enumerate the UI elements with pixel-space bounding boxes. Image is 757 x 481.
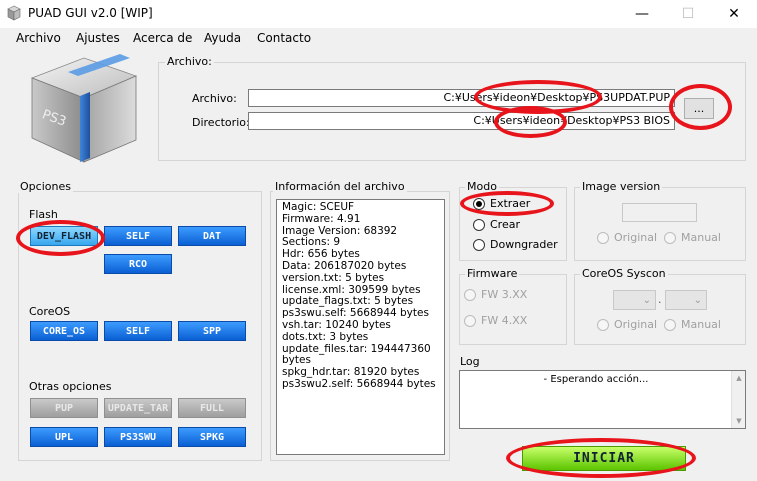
radio-indicator[interactable] — [664, 318, 676, 331]
radio-indicator[interactable] — [464, 288, 476, 301]
flash-label: Flash — [29, 208, 58, 221]
info-line: vsh.tar: 10240 bytes — [282, 318, 391, 331]
radio-fw4-label: FW 4.XX — [481, 314, 528, 327]
syscon-major-combo[interactable]: ⌄ — [613, 290, 656, 310]
syscon-original[interactable]: Original — [597, 318, 657, 331]
syscon-separator: . — [658, 293, 662, 306]
info-line: version.txt: 5 bytes — [282, 271, 385, 284]
log-box[interactable]: - Esperando acción... ▲ ▼ — [459, 370, 746, 429]
image-version-original-label: Original — [614, 231, 658, 244]
ps3-logo-box-icon: PS3 — [30, 54, 138, 163]
info-line: dots.txt: 3 bytes — [282, 330, 369, 343]
radio-indicator[interactable] — [464, 314, 476, 327]
radio-crear-label: Crear — [490, 218, 520, 231]
modo-label: Modo — [465, 180, 499, 193]
upl-button[interactable]: UPL — [30, 427, 98, 447]
radio-indicator[interactable] — [473, 197, 485, 210]
image-version-original[interactable]: Original — [597, 231, 657, 244]
radio-fw3-label: FW 3.XX — [481, 288, 528, 301]
radio-extraer-label: Extraer — [490, 197, 531, 210]
archivo-field[interactable]: C:¥Users¥ideon¥Desktop¥PS3UPDAT.PUP — [248, 89, 675, 107]
menu-acerca-de[interactable]: Acerca de — [133, 31, 192, 45]
info-line: update_files.tar: 194447360 bytes — [282, 342, 431, 367]
chevron-down-icon: ⌄ — [693, 294, 702, 306]
menu-contacto[interactable]: Contacto — [257, 31, 311, 45]
file-info-box: Magic: SCEUF Firmware: 4.91 Image Versio… — [276, 199, 445, 455]
file-info-label: Información del archivo — [273, 180, 407, 193]
firmware-group — [459, 274, 567, 345]
image-version-manual[interactable]: Manual — [664, 231, 721, 244]
update-tar-button[interactable]: UPDATE_TAR — [104, 398, 172, 418]
file-group-label: Archivo: — [165, 55, 214, 68]
spkg-button[interactable]: SPKG — [178, 427, 246, 447]
radio-indicator[interactable] — [664, 231, 676, 244]
log-label: Log — [460, 355, 480, 368]
full-button[interactable]: FULL — [178, 398, 246, 418]
image-version-manual-label: Manual — [681, 231, 721, 244]
options-group-label: Opciones — [18, 180, 73, 193]
syscon-manual[interactable]: Manual — [664, 318, 721, 331]
log-text: - Esperando acción... — [543, 374, 649, 385]
image-version-label: Image version — [580, 180, 663, 193]
coreos-spp-button[interactable]: SPP — [178, 321, 246, 341]
radio-downgrader-label: Downgrader — [490, 238, 558, 251]
radio-crear[interactable]: Crear — [473, 218, 520, 231]
syscon-manual-label: Manual — [681, 318, 721, 331]
chevron-down-icon: ⌄ — [642, 294, 651, 306]
radio-fw3[interactable]: FW 3.XX — [464, 288, 527, 301]
radio-fw4[interactable]: FW 4.XX — [464, 314, 527, 327]
syscon-minor-combo[interactable]: ⌄ — [665, 290, 707, 310]
info-line: ps3swu2.self: 5668944 bytes — [282, 377, 436, 390]
pup-button[interactable]: PUP — [30, 398, 98, 418]
close-button[interactable]: ✕ — [711, 0, 757, 28]
browse-button[interactable]: ... — [684, 98, 714, 119]
app-icon — [7, 5, 21, 21]
radio-indicator[interactable] — [473, 218, 485, 231]
radio-indicator[interactable] — [597, 318, 609, 331]
image-version-field[interactable] — [622, 203, 697, 222]
coreos-label: CoreOS — [29, 305, 71, 318]
radio-downgrader[interactable]: Downgrader — [473, 238, 558, 251]
dev-flash-button[interactable]: DEV_FLASH — [30, 226, 98, 246]
directorio-label: Directorio: — [192, 116, 250, 129]
info-line: Data: 206187020 bytes — [282, 259, 407, 272]
firmware-label: Firmware — [465, 267, 520, 280]
flash-rco-button[interactable]: RCO — [104, 254, 172, 274]
minimize-button[interactable]: — — [619, 0, 665, 28]
syscon-original-label: Original — [614, 318, 658, 331]
info-line: Firmware: 4.91 — [282, 212, 361, 225]
image-version-group — [574, 187, 746, 261]
window-title: PUAD GUI v2.0 [WIP] — [28, 6, 153, 20]
core-os-button[interactable]: CORE_OS — [30, 321, 98, 341]
archivo-label: Archivo: — [192, 92, 237, 105]
coreos-syscon-label: CoreOS Syscon — [580, 267, 668, 280]
flash-dat-button[interactable]: DAT — [178, 226, 246, 246]
iniciar-button[interactable]: INICIAR — [522, 446, 686, 471]
flash-self-button[interactable]: SELF — [104, 226, 172, 246]
directorio-field[interactable]: C:¥Users¥ideon¥Desktop¥PS3 BIOS — [248, 112, 675, 130]
menu-archivo[interactable]: Archivo — [16, 31, 61, 45]
coreos-self-button[interactable]: SELF — [104, 321, 172, 341]
menu-ajustes[interactable]: Ajustes — [76, 31, 120, 45]
radio-indicator[interactable] — [597, 231, 609, 244]
radio-indicator[interactable] — [473, 238, 485, 251]
radio-extraer[interactable]: Extraer — [473, 197, 530, 210]
ps3swu-button[interactable]: PS3SWU — [104, 427, 172, 447]
scroll-up-icon[interactable]: ▲ — [732, 371, 746, 385]
menu-bar: Archivo Ajustes Acerca de Ayuda Contacto — [0, 28, 757, 48]
maximize-button[interactable]: ☐ — [665, 0, 711, 28]
menu-ayuda[interactable]: Ayuda — [204, 31, 241, 45]
scroll-down-icon[interactable]: ▼ — [732, 414, 746, 428]
coreos-syscon-group — [574, 274, 746, 345]
otras-label: Otras opciones — [29, 380, 112, 393]
title-bar: PUAD GUI v2.0 [WIP] — ☐ ✕ — [0, 0, 757, 28]
log-scrollbar[interactable]: ▲ ▼ — [731, 371, 745, 428]
